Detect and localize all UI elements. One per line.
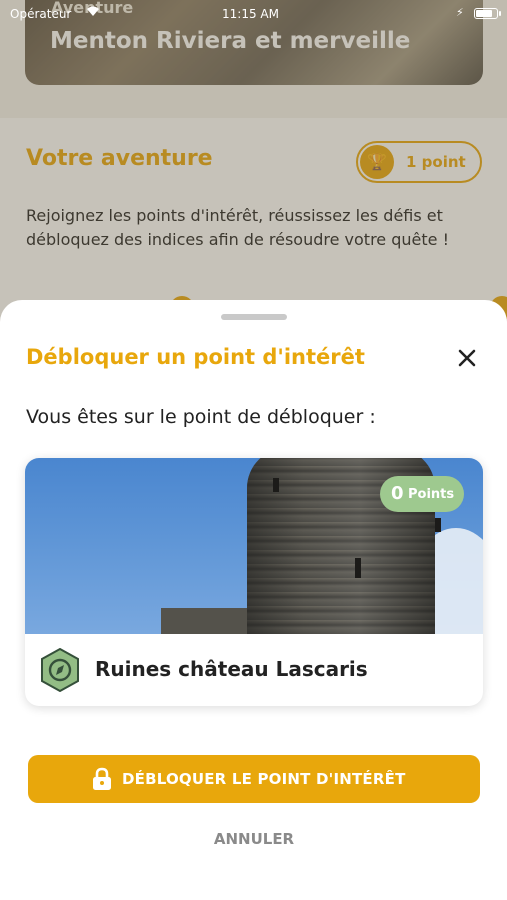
cancel-button[interactable]: ANNULER [204,830,304,854]
wifi-icon [86,5,100,20]
battery-icon [474,8,501,19]
poi-points-value: 0 [391,483,404,504]
unlock-poi-sheet: Débloquer un point d'intérêt Vous êtes s… [0,300,507,900]
unlock-button-label: DÉBLOQUER LE POINT D'INTÉRÊT [122,770,406,788]
close-button[interactable] [452,343,482,373]
clock: 11:15 AM [222,7,279,21]
sheet-subtitle: Vous êtes sur le point de débloquer : [26,406,376,428]
poi-points-label: Points [408,487,455,502]
points-badge: 0 Points [380,476,464,512]
lock-icon [93,767,111,790]
carrier-label: Opérateur [10,7,72,21]
unlock-poi-button[interactable]: DÉBLOQUER LE POINT D'INTÉRÊT [28,755,480,803]
poi-photo: 0 Points [25,458,483,634]
status-bar: Opérateur 11:15 AM ⚡ [0,0,507,26]
charging-bolt-icon: ⚡ [456,6,464,19]
close-icon [458,349,476,367]
sheet-title: Débloquer un point d'intérêt [26,345,365,369]
sheet-grabber[interactable] [221,314,287,320]
poi-card: 0 Points Ruines château Lascaris [25,458,483,706]
compass-icon [40,647,80,693]
poi-name: Ruines château Lascaris [95,657,368,681]
